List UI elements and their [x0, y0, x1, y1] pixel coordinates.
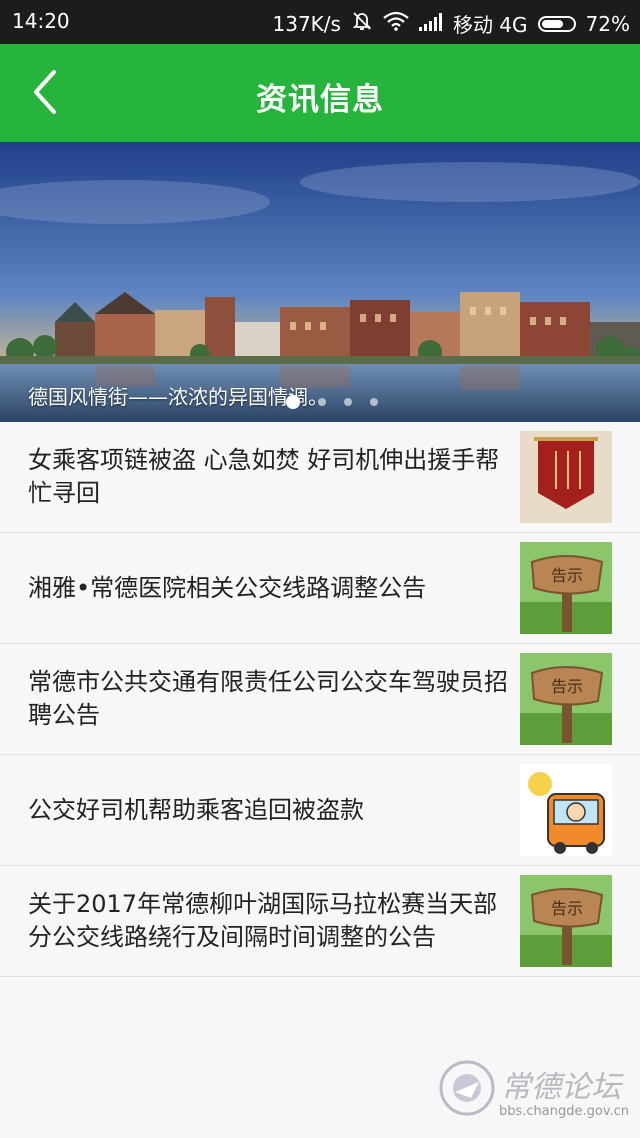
news-title: 公交好司机帮助乘客追回被盗款 — [28, 795, 364, 824]
news-item[interactable]: 公交好司机帮助乘客追回被盗款 — [0, 755, 640, 866]
watermark-title: 常德论坛 — [501, 1070, 621, 1105]
news-title: 关于2017年常德柳叶湖国际马拉松赛当天部分公交线路绕行及间隔时间调整的公告 — [28, 890, 498, 951]
news-item[interactable]: 湘雅•常德医院相关公交线路调整公告 告示 — [0, 533, 640, 644]
news-thumbnail: 告示 — [520, 653, 612, 745]
banner-caption: 德国风情街——浓浓的异国情调。 — [28, 385, 328, 409]
news-item[interactable]: 关于2017年常德柳叶湖国际马拉松赛当天部分公交线路绕行及间隔时间调整的公告 告示 — [0, 866, 640, 977]
carousel-dot[interactable] — [286, 395, 300, 409]
status-time: 14:20 — [12, 9, 70, 33]
svg-text:告示: 告示 — [551, 677, 583, 696]
page-title: 资讯信息 — [256, 82, 384, 118]
news-item[interactable]: 女乘客项链被盗 心急如焚 好司机伸出援手帮忙寻回 — [0, 422, 640, 533]
notice-sign-icon: 告示 — [520, 875, 612, 967]
carousel-dot[interactable] — [318, 398, 326, 406]
wifi-icon — [383, 11, 409, 36]
news-thumbnail: 告示 — [520, 542, 612, 634]
banner-image — [0, 142, 640, 422]
carousel-dot[interactable] — [370, 398, 378, 406]
bus-driver-icon — [520, 764, 612, 856]
svg-text:告示: 告示 — [551, 566, 583, 585]
news-title: 常德市公共交通有限责任公司公交车驾驶员招聘公告 — [28, 668, 508, 729]
battery-percent: 72% — [585, 11, 630, 36]
pennant-flag-icon — [520, 431, 612, 523]
status-right-group: 137K/s 移动 4G 72% — [273, 9, 631, 38]
notice-sign-icon: 告示 — [520, 653, 612, 745]
news-item[interactable]: 常德市公共交通有限责任公司公交车驾驶员招聘公告 告示 — [0, 644, 640, 755]
news-thumbnail: 告示 — [520, 875, 612, 967]
forum-logo-icon — [439, 1060, 495, 1116]
news-list: 女乘客项链被盗 心急如焚 好司机伸出援手帮忙寻回湘雅•常德医院相关公交线路调整公… — [0, 422, 640, 977]
news-title: 湘雅•常德医院相关公交线路调整公告 — [28, 573, 427, 602]
carrier-label: 移动 4G — [452, 13, 528, 37]
watermark-url: bbs.changde.gov.cn — [499, 1104, 630, 1119]
news-title: 女乘客项链被盗 心急如焚 好司机伸出援手帮忙寻回 — [28, 446, 500, 507]
battery-icon — [537, 15, 576, 32]
svg-text:告示: 告示 — [551, 899, 583, 918]
signal-icon — [418, 12, 443, 36]
news-thumbnail — [520, 764, 612, 856]
app-bar: 资讯信息 — [0, 44, 640, 142]
banner-carousel[interactable]: 德国风情街——浓浓的异国情调。 — [0, 142, 640, 422]
carousel-dot[interactable] — [344, 398, 352, 406]
mute-bell-icon — [351, 10, 373, 37]
status-bar: 14:20 137K/s 移动 4G 72% — [0, 0, 640, 44]
news-thumbnail — [520, 431, 612, 523]
network-speed: 137K/s — [272, 11, 341, 36]
carousel-indicator — [286, 395, 378, 409]
notice-sign-icon: 告示 — [520, 542, 612, 634]
forum-watermark: 常德论坛 bbs.changde.gov.cn — [437, 1058, 629, 1130]
